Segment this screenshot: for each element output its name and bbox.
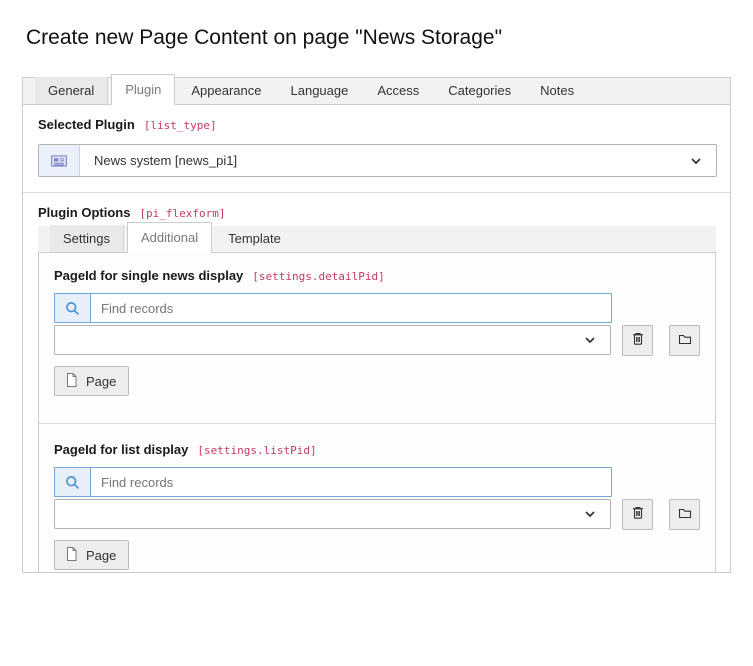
tab-appearance[interactable]: Appearance: [178, 77, 274, 104]
list-pid-select[interactable]: [54, 499, 611, 529]
newspaper-icon: [39, 145, 80, 176]
detail-pid-label: PageId for single news display: [54, 268, 243, 283]
plugin-options-section: Plugin Options [pi_flexform] Settings Ad…: [23, 193, 730, 572]
page-button-label: Page: [86, 374, 116, 389]
plugin-options-label: Plugin Options: [38, 205, 130, 220]
chevron-down-icon: [676, 145, 716, 176]
detail-pid-search-input[interactable]: [91, 294, 611, 322]
flexform-tabbar: Settings Additional Template: [38, 226, 716, 253]
page-title: Create new Page Content on page "News St…: [26, 26, 753, 50]
folder-icon: [677, 331, 693, 350]
page-icon: [64, 546, 79, 565]
selected-plugin-label: Selected Plugin: [38, 117, 135, 132]
tab-additional[interactable]: Additional: [127, 222, 212, 253]
detail-pid-key: [settings.detailPid]: [252, 270, 384, 283]
detail-pid-delete-button[interactable]: [622, 325, 653, 356]
tab-general[interactable]: General: [35, 77, 108, 104]
tab-template[interactable]: Template: [215, 225, 294, 252]
detail-pid-search: [54, 293, 612, 323]
tab-access[interactable]: Access: [364, 77, 432, 104]
page-icon: [64, 372, 79, 391]
detail-pid-field: PageId for single news display [settings…: [39, 253, 715, 424]
list-pid-folder-button[interactable]: [669, 499, 700, 530]
trash-icon: [630, 331, 646, 350]
selected-plugin-value: News system [news_pi1]: [80, 145, 676, 176]
list-pid-search-input[interactable]: [91, 468, 611, 496]
main-tabbar: General Plugin Appearance Language Acces…: [23, 78, 730, 105]
tab-settings[interactable]: Settings: [50, 225, 124, 252]
list-pid-page-button[interactable]: Page: [54, 540, 129, 570]
list-pid-search: [54, 467, 612, 497]
detail-pid-select[interactable]: [54, 325, 611, 355]
list-pid-delete-button[interactable]: [622, 499, 653, 530]
search-icon: [55, 468, 91, 496]
selected-plugin-select[interactable]: News system [news_pi1]: [38, 144, 717, 177]
detail-pid-page-button[interactable]: Page: [54, 366, 129, 396]
detail-pid-folder-button[interactable]: [669, 325, 700, 356]
selected-plugin-section: Selected Plugin [list_type] News system …: [23, 105, 730, 192]
flexform-tab-content: PageId for single news display [settings…: [38, 253, 716, 572]
content-panel: General Plugin Appearance Language Acces…: [22, 77, 731, 573]
list-pid-field: PageId for list display [settings.listPi…: [39, 424, 715, 572]
page-button-label: Page: [86, 548, 116, 563]
tab-categories[interactable]: Categories: [435, 77, 524, 104]
tab-language[interactable]: Language: [278, 77, 362, 104]
tab-notes[interactable]: Notes: [527, 77, 587, 104]
search-icon: [55, 294, 91, 322]
selected-plugin-key: [list_type]: [144, 119, 217, 132]
list-pid-label: PageId for list display: [54, 442, 188, 457]
plugin-options-key: [pi_flexform]: [139, 207, 225, 220]
tab-plugin[interactable]: Plugin: [111, 74, 175, 105]
chevron-down-icon: [570, 332, 610, 348]
trash-icon: [630, 505, 646, 524]
chevron-down-icon: [570, 506, 610, 522]
folder-icon: [677, 505, 693, 524]
list-pid-key: [settings.listPid]: [197, 444, 316, 457]
